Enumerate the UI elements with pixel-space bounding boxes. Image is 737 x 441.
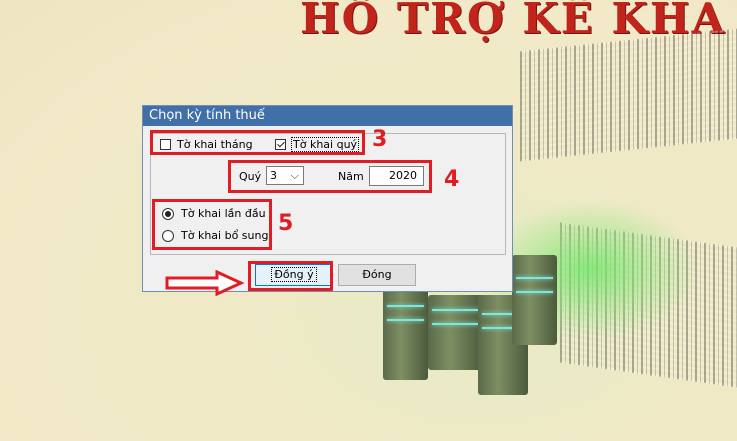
dialog-title: Chọn kỳ tính thuế bbox=[143, 106, 512, 126]
close-button[interactable]: Đóng bbox=[338, 264, 416, 286]
close-button-label: Đóng bbox=[362, 268, 392, 281]
server-icon bbox=[383, 285, 428, 380]
right-arrow-icon bbox=[165, 270, 245, 296]
server-icon bbox=[512, 255, 557, 345]
step-3-label: 3 bbox=[372, 127, 388, 152]
highlight-checkboxes bbox=[150, 130, 365, 155]
background-barcode-top bbox=[520, 28, 737, 162]
step-5-label: 5 bbox=[278, 211, 294, 236]
server-icon bbox=[428, 295, 483, 370]
highlight-ok-button bbox=[248, 261, 333, 291]
highlight-period bbox=[228, 160, 432, 193]
highlight-declaration-type bbox=[152, 199, 272, 250]
step-4-label: 4 bbox=[444, 167, 460, 192]
